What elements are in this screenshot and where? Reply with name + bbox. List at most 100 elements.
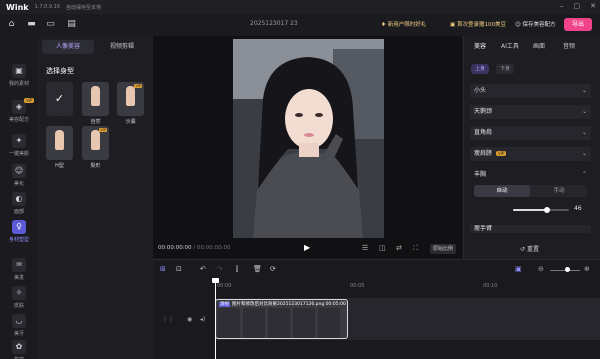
body-figure-icon: [91, 130, 100, 150]
row-swan-neck[interactable]: 天鹅颈 ⌄: [470, 105, 591, 119]
check-icon: ✓: [54, 92, 65, 105]
export-button[interactable]: 导出: [564, 18, 592, 31]
maximize-icon[interactable]: ▢: [574, 2, 581, 10]
select-mode-icon[interactable]: ⊞: [160, 265, 166, 273]
row-label: 小头: [474, 87, 487, 94]
open-folder-icon[interactable]: ▭: [45, 19, 56, 30]
tab-video-edit[interactable]: 视频剪辑: [96, 40, 148, 54]
app-logo: Wink: [6, 2, 29, 12]
row-label: 瘦手臂: [474, 225, 493, 232]
play-icon[interactable]: ▶: [304, 243, 310, 252]
shape-none[interactable]: ✓: [46, 82, 73, 116]
reset-button[interactable]: ↺ 重置: [520, 244, 539, 253]
home-icon[interactable]: ⌂: [6, 19, 17, 30]
folder-icon[interactable]: ▬: [26, 19, 37, 30]
preview-photo[interactable]: [233, 39, 384, 238]
makeup-icon: ✿: [12, 340, 26, 354]
row-label: 丰胸: [474, 171, 487, 178]
rail-one-key-beauty[interactable]: ✦ 一键美颜: [0, 134, 38, 157]
tab-picture[interactable]: 画面: [533, 41, 545, 50]
list-icon[interactable]: ☰: [362, 244, 368, 252]
clip-name: 图片和修改后对比效果2025123017126.png: [232, 302, 325, 307]
tab-beauty[interactable]: 美容: [474, 41, 486, 50]
vip-badge: VIP: [495, 151, 507, 156]
shape-natural[interactable]: 自然: [82, 82, 109, 125]
track-drag-icon[interactable]: ⋮⋮: [162, 316, 174, 323]
panel-tabs: 人像美容 视频剪辑: [38, 40, 153, 54]
audio-icon[interactable]: ◂): [200, 316, 205, 323]
teeth-icon: ◡: [12, 314, 26, 328]
upper-body-pill[interactable]: 上身: [471, 64, 489, 74]
project-name[interactable]: 2025123017 23: [250, 20, 298, 27]
minimize-icon[interactable]: –: [560, 2, 564, 10]
shape-h[interactable]: H型: [46, 126, 73, 169]
undo-icon[interactable]: ↶: [200, 265, 206, 273]
hair-icon: ♒: [12, 258, 26, 272]
row-small-head[interactable]: 小头 ⌄: [470, 84, 591, 98]
chevron-up-icon: ⌃: [581, 171, 587, 178]
auto-mode-button[interactable]: 自动: [474, 185, 530, 197]
rail-hair[interactable]: ♒ 美发: [0, 258, 38, 281]
playhead[interactable]: [212, 278, 219, 359]
row-slim-arm[interactable]: 瘦手臂: [470, 225, 591, 233]
window-controls: – ▢ ✕: [560, 2, 596, 10]
aspect-ratio-button[interactable]: 原始比例: [430, 244, 456, 254]
total-time: 00:00:00:00: [196, 245, 231, 251]
rail-makeup[interactable]: ✿ 妆容: [0, 340, 38, 359]
chevron-down-icon: ⌄: [581, 87, 587, 94]
delete-icon[interactable]: 🗑: [253, 265, 262, 273]
shape-hourglass[interactable]: VIP 沙漏: [117, 82, 144, 125]
zoom-out-icon[interactable]: ⊖: [538, 265, 544, 273]
lower-body-pill[interactable]: 下身: [496, 64, 514, 74]
manual-mode-button[interactable]: 手动: [531, 185, 587, 197]
shape-label: H型: [55, 163, 64, 169]
pro-icon[interactable]: ▤: [66, 19, 77, 30]
visibility-icon[interactable]: ◉: [187, 316, 192, 323]
row-label: 天鹅颈: [474, 108, 493, 115]
grid-icon[interactable]: ⊡: [176, 265, 182, 273]
replace-icon[interactable]: ⟳: [270, 265, 276, 273]
chevron-down-icon: ⌄: [581, 129, 587, 136]
row-slim-shoulder[interactable]: 瘦肩膀 VIP ⌄: [470, 147, 591, 161]
left-rail: ▣ 我的素材 VIP ◈ 美容配方 ✦ 一键美颜 ☺ 美化 ◐ 面部 ♀ 身材塑…: [0, 36, 39, 359]
rail-body-shape[interactable]: ♀ 身材塑型: [0, 220, 38, 243]
rail-beauty-face[interactable]: ☺ 美化: [0, 164, 38, 187]
rail-my-material[interactable]: ▣ 我的素材: [0, 64, 38, 87]
ruler-tick: 00:05: [350, 283, 365, 289]
rail-label: 美发: [13, 275, 24, 281]
rail-teeth[interactable]: ◡ 美牙: [0, 314, 38, 337]
chest-slider[interactable]: [513, 207, 569, 213]
ruler-tick: 00:10: [483, 283, 498, 289]
redo-icon[interactable]: ↷: [217, 265, 223, 273]
slider-knob[interactable]: [543, 207, 550, 213]
clip-label: 源视 图片和修改后对比效果2025123017126.png 00:05:00: [219, 301, 346, 307]
vip-badge: VIP: [24, 98, 35, 103]
save-preset-button[interactable]: ☺ 保存美容配方: [510, 19, 561, 31]
compare-icon[interactable]: ◫: [379, 244, 386, 252]
rail-skin[interactable]: ✧ 皮肤: [0, 286, 38, 309]
new-user-gift-button[interactable]: ♦ 新用户限时好礼: [376, 19, 431, 31]
row-right-angle-shoulder[interactable]: 直角肩 ⌄: [470, 126, 591, 140]
first-login-bonus-button[interactable]: ▣ 首次登录赠100美豆: [445, 19, 511, 31]
tab-audio[interactable]: 音频: [563, 41, 575, 50]
close-icon[interactable]: ✕: [590, 2, 596, 10]
tab-portrait-beauty[interactable]: 人像美容: [42, 40, 94, 54]
rail-face-shape[interactable]: ◐ 面部: [0, 192, 38, 215]
zoom-in-icon[interactable]: ⊕: [584, 265, 590, 273]
adjust-icon[interactable]: ⇄: [396, 244, 402, 252]
snap-icon[interactable]: ▣: [515, 265, 522, 273]
playhead-handle[interactable]: [212, 278, 219, 283]
magic-icon: ✦: [12, 134, 26, 148]
shape-label: 自然: [90, 119, 101, 125]
time-readout: 00:00:00:00 / 00:00:00:00: [158, 245, 231, 251]
split-icon[interactable]: ⫿: [236, 265, 238, 274]
fullscreen-icon[interactable]: ⛶: [413, 244, 418, 253]
rail-beauty-preset[interactable]: VIP ◈ 美容配方: [0, 98, 38, 123]
shape-pear[interactable]: VIP 梨形: [82, 126, 109, 169]
row-chest[interactable]: 丰胸 ⌃: [470, 168, 591, 182]
zoom-knob[interactable]: [565, 267, 570, 272]
tab-ai-tools[interactable]: AI工具: [501, 41, 519, 50]
rail-label: 我的素材: [8, 81, 29, 87]
skin-icon: ✧: [12, 286, 26, 300]
video-clip[interactable]: 源视 图片和修改后对比效果2025123017126.png 00:05:00: [215, 299, 348, 339]
